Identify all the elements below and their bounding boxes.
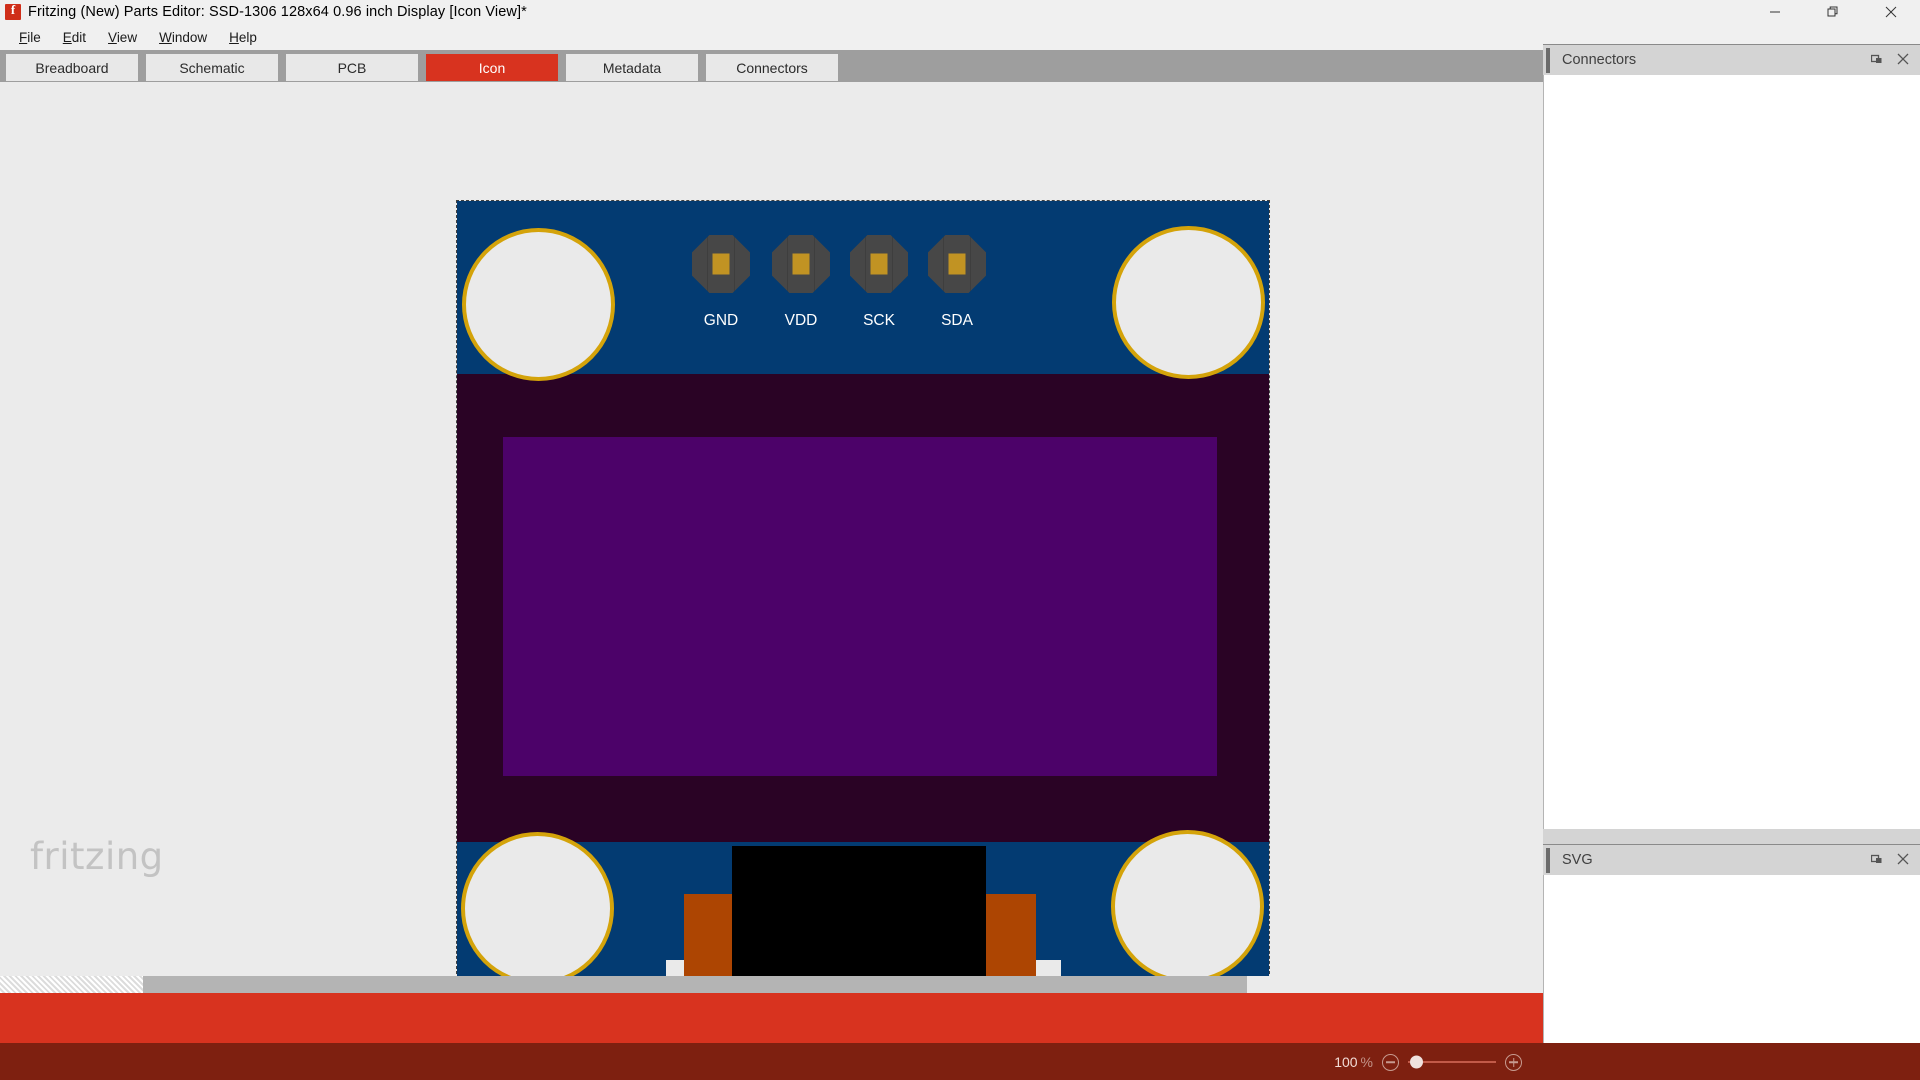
fritzing-watermark: fritzing xyxy=(30,835,164,878)
pin-pad-vdd[interactable] xyxy=(772,235,830,293)
display-frame xyxy=(457,374,1269,842)
canvas-horizontal-scrollbar[interactable] xyxy=(0,976,1543,993)
tab-connectors[interactable]: Connectors xyxy=(706,54,838,81)
pin-label-sck: SCK xyxy=(863,312,895,329)
pin-label-vdd: VDD xyxy=(784,312,818,329)
tab-pcb[interactable]: PCB xyxy=(286,54,418,81)
pin-label-gnd: GND xyxy=(703,312,739,329)
zoom-slider-handle[interactable] xyxy=(1410,1055,1423,1069)
drag-handle-icon[interactable] xyxy=(1546,47,1550,73)
zoom-value: 100 xyxy=(1334,1054,1358,1070)
mounting-hole-top-left xyxy=(462,228,615,381)
tab-icon[interactable]: Icon xyxy=(426,54,558,81)
menu-help[interactable]: Help xyxy=(218,27,268,48)
float-icon[interactable] xyxy=(1870,52,1883,70)
drag-handle-icon[interactable] xyxy=(1546,847,1550,873)
status-bar xyxy=(0,993,1543,1043)
connectors-panel-header[interactable]: Connectors xyxy=(1543,44,1920,75)
bottom-bar xyxy=(0,1043,1920,1080)
minimize-icon[interactable] xyxy=(1746,0,1804,24)
tab-schematic[interactable]: Schematic xyxy=(146,54,278,81)
float-icon[interactable] xyxy=(1870,852,1883,870)
mounting-hole-bottom-right xyxy=(1111,830,1264,983)
menu-file[interactable]: File xyxy=(8,27,52,48)
mounting-hole-bottom-left xyxy=(461,832,614,985)
connectors-panel-actions xyxy=(1870,45,1909,76)
svg-panel: SVG xyxy=(1543,844,1920,1043)
svg-panel-actions xyxy=(1870,845,1909,876)
connectors-panel-body[interactable] xyxy=(1543,75,1920,844)
horizontal-scrollbar-thumb[interactable] xyxy=(143,976,1247,993)
connectors-panel: Connectors xyxy=(1543,44,1920,844)
connector-body xyxy=(732,846,986,993)
display-screen xyxy=(503,437,1217,776)
canvas-inner: fritzing GND VDD SCK SDA xyxy=(0,82,1543,993)
zoom-unit: % xyxy=(1360,1054,1373,1070)
zoom-percentage: 100% xyxy=(1327,1054,1373,1070)
dock-splitter[interactable] xyxy=(1543,829,1920,844)
pin-pad-sck[interactable] xyxy=(850,235,908,293)
close-icon[interactable] xyxy=(1897,852,1909,870)
svg-panel-title: SVG xyxy=(1562,852,1593,868)
window-controls xyxy=(1746,0,1920,24)
menu-window[interactable]: Window xyxy=(148,27,218,48)
pin-pad-gnd[interactable] xyxy=(692,235,750,293)
view-tab-bar: Breadboard Schematic PCB Icon Metadata C… xyxy=(0,50,1543,82)
pin-pad-sda[interactable] xyxy=(928,235,986,293)
zoom-out-icon[interactable] xyxy=(1382,1053,1399,1071)
pin-label-sda: SDA xyxy=(941,312,973,329)
svg-panel-header[interactable]: SVG xyxy=(1543,844,1920,875)
tab-metadata[interactable]: Metadata xyxy=(566,54,698,81)
title-bar: Fritzing (New) Parts Editor: SSD-1306 12… xyxy=(0,0,1920,24)
menu-view[interactable]: View xyxy=(97,27,148,48)
connectors-panel-title: Connectors xyxy=(1562,52,1637,68)
mounting-hole-top-right xyxy=(1112,226,1265,379)
part-selection-outline[interactable]: GND VDD SCK SDA xyxy=(456,200,1270,993)
icon-view-canvas[interactable]: fritzing GND VDD SCK SDA xyxy=(0,82,1543,993)
restore-icon[interactable] xyxy=(1804,0,1862,24)
zoom-slider[interactable] xyxy=(1408,1055,1496,1069)
svg-panel-body[interactable] xyxy=(1543,875,1920,1043)
scrollbar-trough xyxy=(0,976,143,993)
menu-edit[interactable]: Edit xyxy=(52,27,97,48)
tab-breadboard[interactable]: Breadboard xyxy=(6,54,138,81)
zoom-in-icon[interactable] xyxy=(1505,1053,1522,1071)
right-dock: Connectors SVG xyxy=(1543,44,1920,1043)
window-title: Fritzing (New) Parts Editor: SSD-1306 12… xyxy=(28,4,527,20)
part-board-graphic: GND VDD SCK SDA xyxy=(457,201,1269,993)
close-icon[interactable] xyxy=(1862,0,1920,24)
close-icon[interactable] xyxy=(1897,52,1909,70)
zoom-controls: 100% xyxy=(1327,1052,1522,1072)
fritzing-icon xyxy=(5,2,21,20)
fritzing-parts-editor-window: Fritzing (New) Parts Editor: SSD-1306 12… xyxy=(0,0,1920,1080)
